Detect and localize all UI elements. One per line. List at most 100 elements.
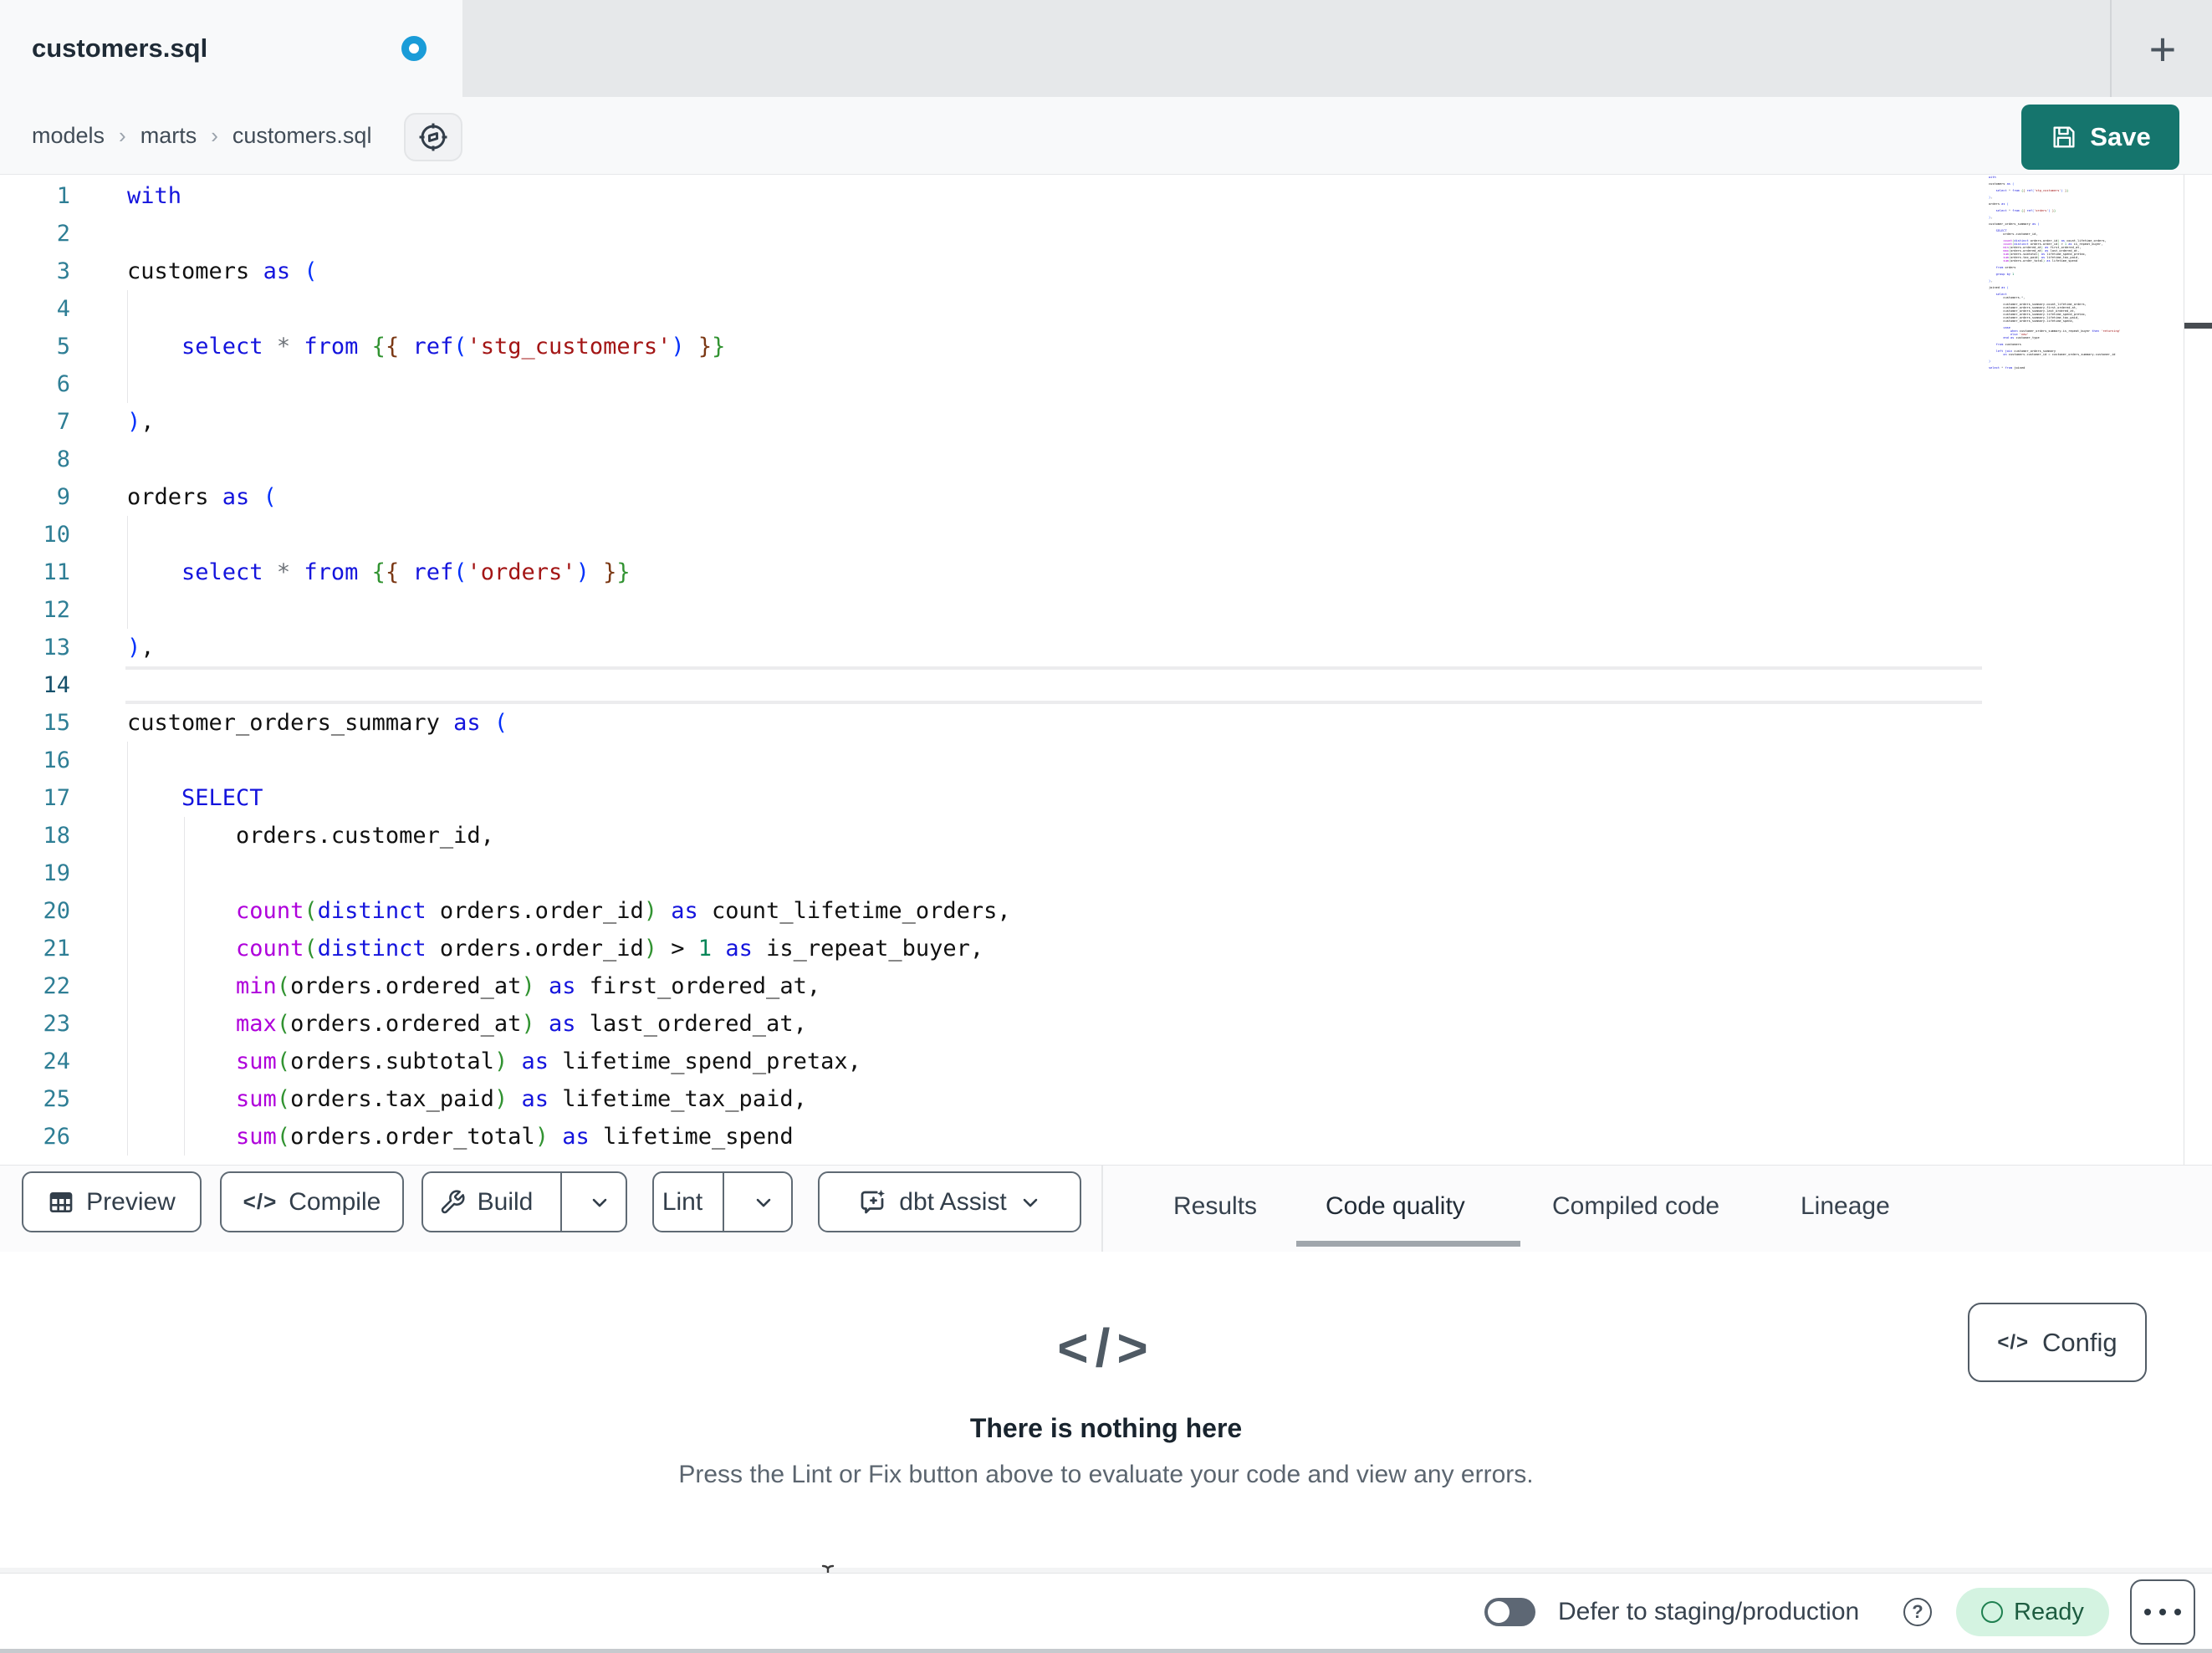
code-line[interactable]: 26 sum(orders.order_total) as lifetime_s…	[0, 1118, 2212, 1156]
code-line-content: orders.customer_id,	[127, 823, 494, 849]
current-line-highlight	[125, 666, 1982, 704]
split-divider	[723, 1173, 724, 1231]
line-number[interactable]: 2	[0, 215, 70, 253]
code-line[interactable]: 13),	[0, 629, 2212, 666]
unsaved-changes-dot-icon	[401, 36, 427, 61]
line-number[interactable]: 4	[0, 290, 70, 328]
save-button[interactable]: Save	[2021, 105, 2179, 170]
line-number[interactable]: 16	[0, 742, 70, 779]
code-line[interactable]: 9 orders as (	[0, 478, 2212, 516]
line-number[interactable]: 24	[0, 1043, 70, 1080]
lint-main[interactable]: Lint	[654, 1173, 711, 1231]
editor-toolbar: Preview </> Compile Build Lint dbt Assis…	[0, 1165, 2212, 1253]
code-line[interactable]: 10	[0, 516, 2212, 554]
code-line[interactable]: 24 sum(orders.subtotal) as lifetime_spen…	[0, 1043, 2212, 1080]
code-editor[interactable]: 1 with 2 3 customers as (4 5 select * from {{…	[0, 175, 2212, 1165]
line-number[interactable]: 17	[0, 779, 70, 817]
file-navigate-button[interactable]	[404, 113, 462, 161]
breadcrumb-item-customers-sql[interactable]: customers.sql	[232, 123, 372, 149]
breadcrumb-separator: ›	[119, 122, 126, 148]
line-number[interactable]: 14	[0, 666, 70, 704]
lint-dropdown-button[interactable]	[736, 1173, 791, 1231]
split-divider	[560, 1173, 562, 1231]
preview-button[interactable]: Preview	[22, 1171, 202, 1232]
build-dropdown-button[interactable]	[574, 1173, 626, 1231]
code-line[interactable]: 5 select * from {{ ref('stg_customers') …	[0, 328, 2212, 365]
line-number[interactable]: 15	[0, 704, 70, 742]
line-number[interactable]: 26	[0, 1118, 70, 1156]
status-badge[interactable]: Ready	[1956, 1588, 2109, 1636]
code-line[interactable]: 1 with	[0, 177, 2212, 215]
lint-button[interactable]: Lint	[652, 1171, 793, 1232]
code-line[interactable]: 22 min(orders.ordered_at) as first_order…	[0, 967, 2212, 1005]
code-line[interactable]: 3 customers as (	[0, 253, 2212, 290]
code-line[interactable]: 14	[0, 666, 2212, 704]
code-line-content: ),	[127, 635, 155, 661]
code-line[interactable]: 6	[0, 365, 2212, 403]
code-line[interactable]: 8	[0, 441, 2212, 478]
new-tab-button[interactable]: +	[2129, 0, 2196, 97]
line-number[interactable]: 5	[0, 328, 70, 365]
line-number[interactable]: 10	[0, 516, 70, 554]
line-number[interactable]: 22	[0, 967, 70, 1005]
help-icon[interactable]: ?	[1903, 1598, 1932, 1626]
code-line[interactable]: 18 orders.customer_id,	[0, 817, 2212, 855]
code-line[interactable]: 11 select * from {{ ref('orders') }}	[0, 554, 2212, 591]
code-line[interactable]: 7),	[0, 403, 2212, 441]
tab-compiled-code[interactable]: Compiled code	[1552, 1166, 1719, 1247]
more-options-button[interactable]	[2130, 1579, 2195, 1645]
tab-customers-sql[interactable]: customers.sql	[0, 0, 462, 97]
code-line-content: count(distinct orders.order_id) as count…	[236, 898, 1011, 924]
line-number[interactable]: 3	[0, 253, 70, 290]
breadcrumb-item-marts[interactable]: marts	[140, 123, 197, 149]
ellipsis-icon	[2159, 1609, 2166, 1615]
minimap[interactable]: with customers as ( select * from {{ ref(…	[1989, 176, 2156, 376]
minimap-line: select * from joined	[1989, 366, 2026, 370]
code-line[interactable]: 2	[0, 215, 2212, 253]
code-line[interactable]: 25 sum(orders.tax_paid) as lifetime_tax_…	[0, 1080, 2212, 1118]
tab-lineage[interactable]: Lineage	[1801, 1166, 1890, 1247]
defer-toggle[interactable]	[1484, 1598, 1535, 1626]
status-label: Ready	[2014, 1598, 2084, 1625]
line-number[interactable]: 25	[0, 1080, 70, 1118]
line-number[interactable]: 23	[0, 1005, 70, 1043]
code-line-content: select * from {{ ref('stg_customers') }}	[181, 334, 726, 360]
code-line-content: with	[127, 183, 182, 209]
code-line[interactable]: 21 count(distinct orders.order_id) > 1 a…	[0, 930, 2212, 967]
config-button[interactable]: </> Config	[1968, 1303, 2147, 1382]
line-number[interactable]: 6	[0, 365, 70, 403]
line-number[interactable]: 9	[0, 478, 70, 516]
dbt-assist-button[interactable]: dbt Assist	[818, 1171, 1081, 1232]
line-number[interactable]: 11	[0, 554, 70, 591]
breadcrumb-item-models[interactable]: models	[32, 123, 105, 149]
tab-code-quality[interactable]: Code quality	[1326, 1166, 1465, 1247]
code-line[interactable]: 19	[0, 855, 2212, 892]
status-bar: Defer to staging/production ? Ready	[0, 1573, 2212, 1649]
code-line[interactable]: 20 count(distinct orders.order_id) as co…	[0, 892, 2212, 930]
build-button[interactable]: Build	[421, 1171, 627, 1232]
empty-state-title: There is nothing here	[969, 1413, 1243, 1443]
line-number[interactable]: 7	[0, 403, 70, 441]
code-line[interactable]: 17 SELECT	[0, 779, 2212, 817]
code-line[interactable]: 23 max(orders.ordered_at) as last_ordere…	[0, 1005, 2212, 1043]
line-number[interactable]: 13	[0, 629, 70, 666]
compile-button[interactable]: </> Compile	[220, 1171, 404, 1232]
chevron-down-icon	[1023, 1198, 1037, 1207]
code-icon: </>	[1997, 1330, 2030, 1354]
chevron-down-icon	[592, 1198, 607, 1207]
line-number[interactable]: 18	[0, 817, 70, 855]
tab-results[interactable]: Results	[1173, 1166, 1257, 1247]
code-line[interactable]: 16	[0, 742, 2212, 779]
code-line[interactable]: 4	[0, 290, 2212, 328]
line-number[interactable]: 1	[0, 177, 70, 215]
build-main[interactable]: Build	[423, 1173, 549, 1231]
code-line[interactable]: 15 customer_orders_summary as (	[0, 704, 2212, 742]
line-number[interactable]: 8	[0, 441, 70, 478]
line-number[interactable]: 19	[0, 855, 70, 892]
code-line-content: max(orders.ordered_at) as last_ordered_a…	[236, 1011, 807, 1037]
code-line[interactable]: 12	[0, 591, 2212, 629]
code-line-content: sum(orders.order_total) as lifetime_spen…	[236, 1124, 794, 1150]
line-number[interactable]: 21	[0, 930, 70, 967]
line-number[interactable]: 20	[0, 892, 70, 930]
line-number[interactable]: 12	[0, 591, 70, 629]
